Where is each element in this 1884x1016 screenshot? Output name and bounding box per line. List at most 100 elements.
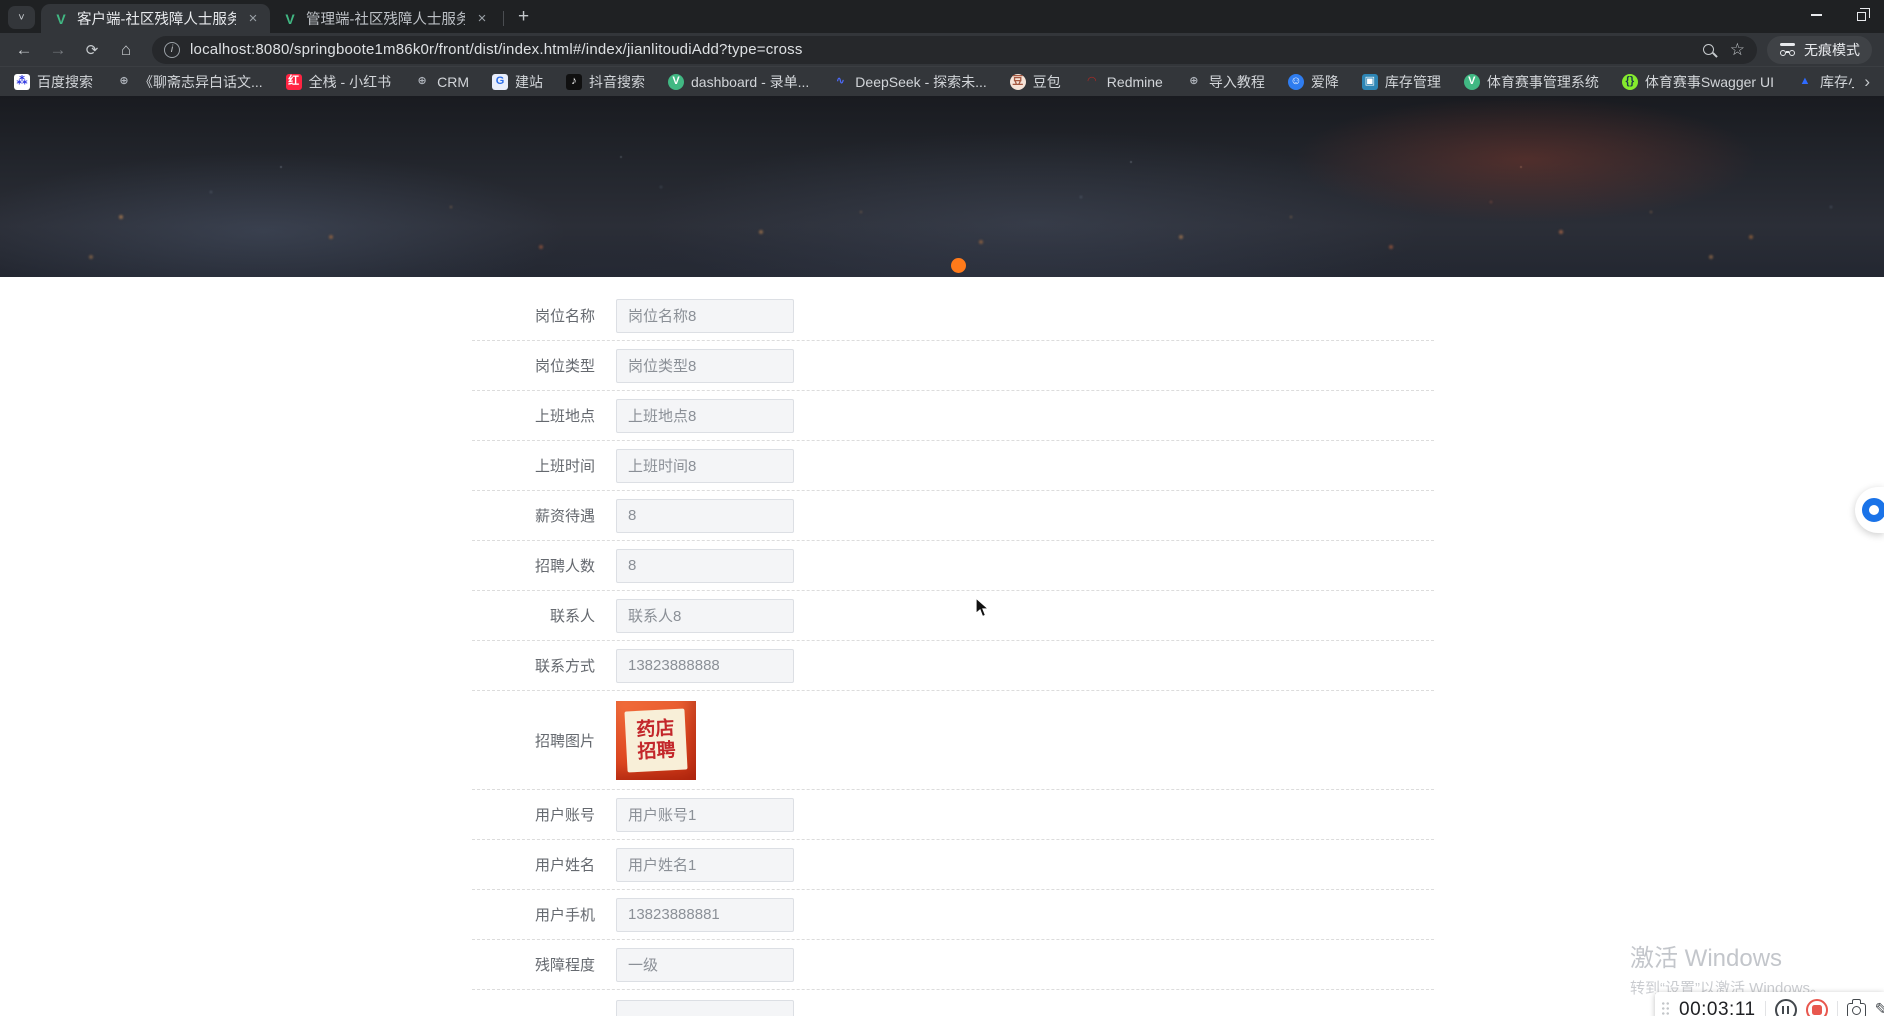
job-application-form: 岗位名称 岗位名称8 岗位类型 岗位类型8 上班地点 上班地点8 上班时间 上班… (472, 291, 1434, 1016)
back-button[interactable]: ← (8, 36, 40, 64)
recruit-image[interactable]: 药店招聘 (616, 701, 696, 780)
text-input[interactable]: 联系人8 (616, 599, 794, 633)
tab-list-chevron-button[interactable]: ˅ (8, 6, 35, 29)
form-row: 用户账号 用户账号1 (472, 790, 1434, 840)
tab-admin[interactable]: V 管理端-社区残障人士服务平台 × (270, 4, 499, 33)
bookmark-label: 体育赛事Swagger UI (1645, 72, 1774, 92)
bookmark-item[interactable]: ▲ 库存小程序 (1797, 72, 1854, 92)
text-input[interactable]: 上班地点8 (616, 399, 794, 433)
stop-recording-button[interactable] (1806, 999, 1828, 1016)
text-input[interactable] (616, 1000, 794, 1016)
page-content: 岗位名称 岗位名称8 岗位类型 岗位类型8 上班地点 上班地点8 上班时间 上班… (0, 96, 1884, 1016)
field-label: 岗位名称 (472, 305, 607, 326)
text-input[interactable]: 13823888888 (616, 649, 794, 683)
field-label: 上班时间 (472, 455, 607, 476)
globe-icon: ⊕ (116, 74, 132, 90)
bookmark-item[interactable]: ⊕ CRM (414, 74, 469, 90)
bookmark-item[interactable]: ⊕ 《聊斋志异白话文... (116, 72, 263, 92)
bookmark-item[interactable]: ▣ 库存管理 (1362, 72, 1441, 92)
bookmark-item[interactable]: V dashboard - 录单... (668, 72, 809, 92)
pause-recording-button[interactable] (1775, 999, 1797, 1016)
bookmarks-bar: ⁂ 百度搜索 ⊕ 《聊斋志异白话文... 红 全栈 - 小红书 ⊕ CRM G … (0, 66, 1884, 96)
site-builder-icon: G (492, 74, 508, 90)
form-row: 联系方式 13823888888 (472, 641, 1434, 691)
bookmark-item[interactable]: {} 体育赛事Swagger UI (1622, 72, 1774, 92)
address-bar[interactable]: i localhost:8080/springboote1m86k0r/fron… (152, 36, 1757, 64)
mouse-cursor (975, 597, 993, 624)
incognito-badge: 无痕模式 (1767, 36, 1872, 64)
bookmark-item[interactable]: ∿ DeepSeek - 探索未... (832, 72, 987, 92)
minimize-button[interactable] (1794, 0, 1839, 30)
field-label: 招聘图片 (472, 730, 607, 751)
annotate-pen-icon[interactable]: ✎ (1875, 1000, 1884, 1016)
restore-button[interactable] (1839, 0, 1884, 30)
vue-dashboard-icon: V (668, 74, 684, 90)
text-input[interactable]: 8 (616, 499, 794, 533)
text-input[interactable]: 岗位名称8 (616, 299, 794, 333)
form-row: 上班地点 上班地点8 (472, 391, 1434, 441)
form-row: 联系人 联系人8 (472, 591, 1434, 641)
bookmark-label: 抖音搜索 (589, 72, 645, 92)
tab-divider (503, 11, 504, 26)
zoom-icon[interactable] (1703, 44, 1714, 55)
form-row: 用户姓名 用户姓名1 (472, 840, 1434, 890)
recording-timer: 00:03:11 (1679, 999, 1756, 1016)
recruit-image-text: 药店招聘 (624, 708, 687, 772)
bookmark-label: 导入教程 (1209, 72, 1265, 92)
new-tab-button[interactable]: + (508, 6, 539, 28)
bookmark-item[interactable]: ☺ 爱降 (1288, 72, 1339, 92)
bookmark-item[interactable]: ⁂ 百度搜索 (14, 72, 93, 92)
text-input[interactable]: 一级 (616, 948, 794, 982)
miniprogram-icon: ▲ (1797, 74, 1813, 90)
bookmark-item[interactable]: 豆 豆包 (1010, 72, 1061, 92)
incognito-icon (1779, 43, 1796, 56)
reload-button[interactable]: ⟳ (76, 36, 108, 64)
form-row: 残障程度 一级 (472, 940, 1434, 990)
bookmark-item[interactable]: ⊕ 导入教程 (1186, 72, 1265, 92)
tab-client[interactable]: V 客户端-社区残障人士服务平台 × (41, 4, 270, 33)
chevron-down-icon: ˅ (18, 12, 24, 24)
bookmark-label: 库存小程序 (1820, 72, 1854, 92)
bookmark-star-icon[interactable]: ☆ (1730, 40, 1745, 60)
globe-icon: ⊕ (1186, 74, 1202, 90)
baidu-icon: ⁂ (14, 74, 30, 90)
text-input[interactable]: 上班时间8 (616, 449, 794, 483)
browser-window: ˅ V 客户端-社区残障人士服务平台 × V 管理端-社区残障人士服务平台 × … (0, 0, 1884, 1016)
inventory-icon: ▣ (1362, 74, 1378, 90)
swagger-icon: {} (1622, 74, 1638, 90)
back-icon: ← (16, 40, 33, 60)
field-label: 用户账号 (472, 804, 607, 825)
deepseek-icon: ∿ (832, 74, 848, 90)
bookmark-label: 建站 (515, 72, 543, 92)
screenshot-camera-icon[interactable] (1847, 1003, 1866, 1016)
bookmark-item[interactable]: V 体育赛事管理系统 (1464, 72, 1599, 92)
carousel-active-dot[interactable] (951, 258, 966, 273)
bookmark-label: Redmine (1107, 74, 1163, 90)
close-tab-icon[interactable]: × (244, 10, 262, 27)
page-info-icon[interactable]: i (164, 42, 180, 58)
home-button[interactable]: ⌂ (110, 36, 142, 64)
form-row (472, 990, 1434, 1016)
close-tab-icon[interactable]: × (473, 10, 491, 27)
bookmark-item[interactable]: ◠ Redmine (1084, 74, 1163, 90)
url-text[interactable]: localhost:8080/springboote1m86k0r/front/… (190, 41, 1693, 58)
bookmark-item[interactable]: ♪ 抖音搜索 (566, 72, 645, 92)
field-label: 招聘人数 (472, 555, 607, 576)
field-label: 薪资待遇 (472, 505, 607, 526)
screen-recorder-toolbar: 00:03:11 ✎ (1655, 992, 1884, 1016)
text-input[interactable]: 13823888881 (616, 898, 794, 932)
bookmark-item[interactable]: G 建站 (492, 72, 543, 92)
bookmarks-overflow-chevron[interactable]: › (1864, 72, 1870, 92)
bookmark-label: 体育赛事管理系统 (1487, 72, 1599, 92)
text-input[interactable]: 用户姓名1 (616, 848, 794, 882)
text-input[interactable]: 8 (616, 549, 794, 583)
forward-button[interactable]: → (42, 36, 74, 64)
aijiang-icon: ☺ (1288, 74, 1304, 90)
bookmark-label: 百度搜索 (37, 72, 93, 92)
incognito-label: 无痕模式 (1804, 40, 1860, 60)
text-input[interactable]: 岗位类型8 (616, 349, 794, 383)
drag-handle-icon[interactable] (1661, 1001, 1670, 1016)
bookmark-item[interactable]: 红 全栈 - 小红书 (286, 72, 391, 92)
text-input[interactable]: 用户账号1 (616, 798, 794, 832)
form-row: 岗位类型 岗位类型8 (472, 341, 1434, 391)
